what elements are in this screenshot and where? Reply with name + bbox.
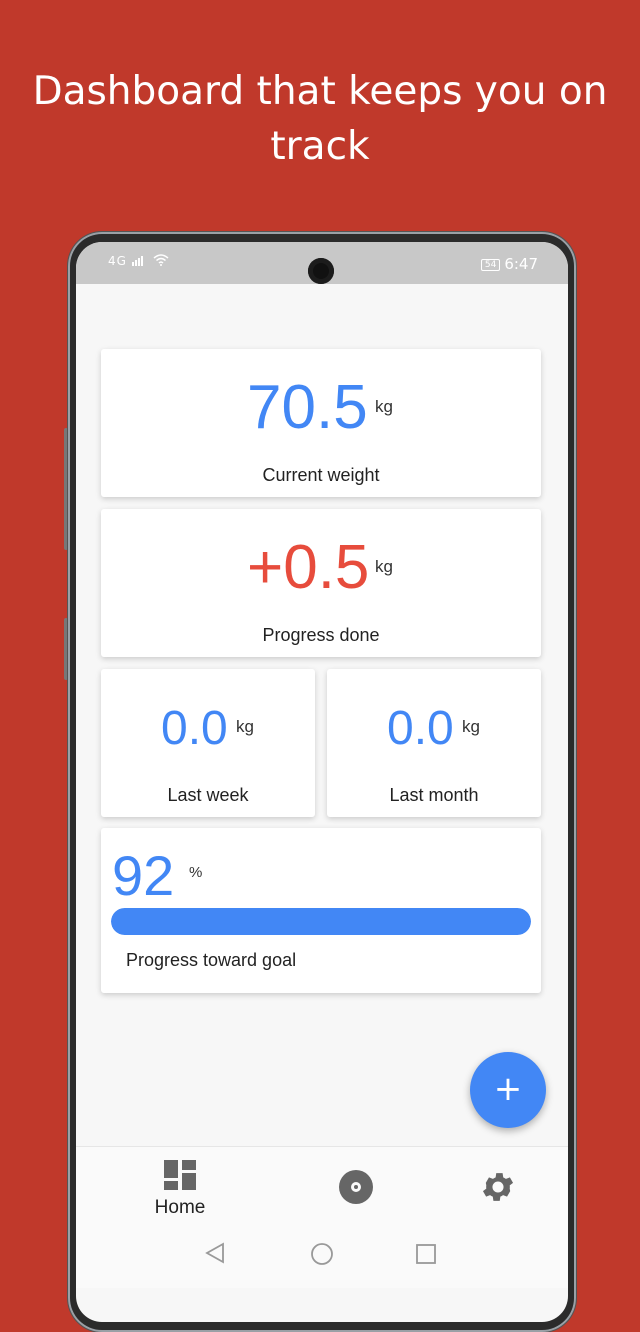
- progress-done-unit: kg: [375, 557, 393, 576]
- headline: Dashboard that keeps you on track: [32, 69, 608, 169]
- last-month-value: 0.0: [387, 702, 454, 755]
- front-camera: [308, 258, 334, 284]
- current-weight-label: Current weight: [262, 465, 380, 485]
- last-week-unit: kg: [236, 717, 254, 736]
- last-month-card[interactable]: 0.0 kg Last month: [327, 669, 541, 817]
- last-week-value: 0.0: [161, 702, 228, 755]
- back-icon[interactable]: [204, 1242, 226, 1264]
- nav-home[interactable]: Home: [152, 1159, 208, 1219]
- goal-progress-value: 92: [112, 844, 175, 907]
- progress-done-value: +0.5: [247, 533, 370, 602]
- goal-progress-label: Progress toward goal: [126, 950, 297, 970]
- recents-icon[interactable]: [415, 1243, 437, 1265]
- progress-done-card[interactable]: +0.5 kg Progress done: [101, 509, 541, 657]
- status-right: 54 6:47: [480, 255, 538, 273]
- battery-icon: 54: [480, 259, 501, 271]
- wifi-icon: [153, 254, 169, 266]
- nav-settings[interactable]: [479, 1168, 517, 1210]
- last-month-label: Last month: [389, 785, 479, 805]
- gear-icon: [482, 1173, 514, 1201]
- nav-home-label: Home: [154, 1197, 206, 1218]
- dashboard-icon: [164, 1160, 196, 1190]
- last-week-label: Last week: [167, 785, 249, 805]
- add-entry-button[interactable]: +: [470, 1052, 546, 1128]
- system-navigation-bar: [76, 1228, 568, 1288]
- status-bar: 4G 54 6:47: [76, 242, 568, 284]
- bottom-navigation: Home: [76, 1146, 568, 1229]
- phone-screen: 4G 54 6:47 70.5 kg Current weight +0.5 k…: [76, 242, 568, 1322]
- goal-progress-fill: [111, 908, 531, 935]
- last-week-card[interactable]: 0.0 kg Last week: [101, 669, 315, 817]
- current-weight-value: 70.5: [247, 373, 368, 442]
- status-time: 6:47: [504, 255, 538, 273]
- disc-icon: [339, 1170, 373, 1204]
- progress-done-label: Progress done: [262, 625, 380, 645]
- goal-progress-unit: %: [189, 864, 203, 881]
- signal-label: 4G: [108, 254, 127, 268]
- current-weight-unit: kg: [375, 397, 393, 416]
- current-weight-card[interactable]: 70.5 kg Current weight: [101, 349, 541, 497]
- home-circle-icon[interactable]: [310, 1242, 334, 1266]
- goal-progress-card[interactable]: 92 % Progress toward goal: [101, 828, 541, 993]
- phone-frame: 4G 54 6:47 70.5 kg Current weight +0.5 k…: [68, 232, 576, 1332]
- signal-icon: [131, 256, 143, 266]
- nav-disc[interactable]: [338, 1169, 374, 1209]
- goal-progress-bar: [111, 908, 531, 935]
- last-month-unit: kg: [462, 717, 480, 736]
- signal-indicator: 4G: [108, 254, 169, 268]
